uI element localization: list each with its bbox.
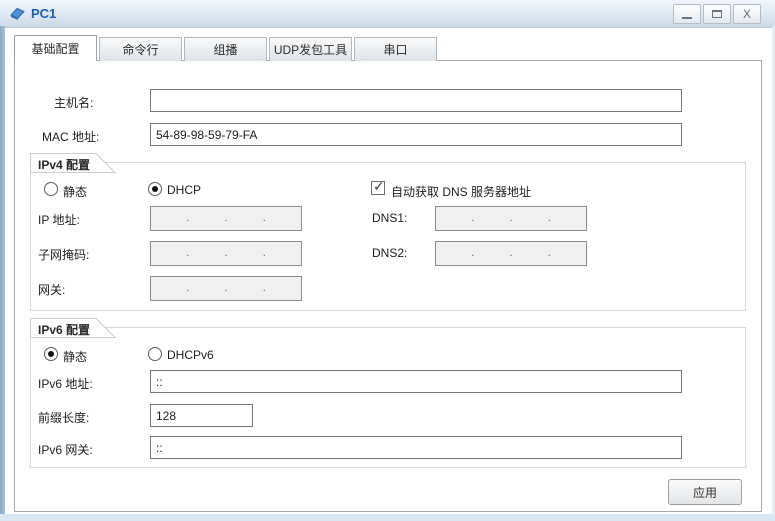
ipv6-group-label: IPv6 配置 [38, 323, 91, 337]
ipv6-gateway-label: IPv6 网关: [38, 443, 93, 457]
pc-config-window: PC1 X 基础配置 命令行 组播 UDP发包工具 串口 主机名: MAC 地址… [0, 0, 775, 521]
tab-multicast[interactable]: 组播 [184, 37, 267, 61]
prefix-length-input[interactable] [150, 404, 253, 427]
dns-auto-label: 自动获取 DNS 服务器地址 [391, 185, 532, 199]
dhcpv6-label: DHCPv6 [167, 348, 214, 362]
ip-address-label: IP 地址: [38, 213, 80, 227]
tab-command-line[interactable]: 命令行 [99, 37, 182, 61]
dns1-input[interactable]: ... [435, 206, 587, 231]
ipv4-group: IPv4 配置 静态 DHCP ✓ 自动获取 DNS 服务器地址 IP 地址: … [30, 153, 746, 311]
ipv4-dhcp-label: DHCP [167, 183, 202, 197]
dns1-label: DNS1: [372, 211, 408, 225]
ipv4-static-radio[interactable] [44, 182, 58, 196]
tab-bar: 基础配置 命令行 组播 UDP发包工具 串口 [14, 35, 439, 61]
check-icon: ✓ [373, 178, 385, 194]
maximize-button[interactable] [703, 4, 731, 24]
ipv6-address-label: IPv6 地址: [38, 377, 93, 391]
ipv4-group-label: IPv4 配置 [38, 158, 91, 172]
close-icon: X [742, 7, 751, 21]
tab-basic-config[interactable]: 基础配置 [14, 35, 97, 61]
apply-button[interactable]: 应用 [668, 479, 742, 505]
minimize-button[interactable] [673, 4, 701, 24]
dhcpv6-radio[interactable] [148, 347, 162, 361]
prefix-length-label: 前缀长度: [38, 411, 90, 425]
dns2-input[interactable]: ... [435, 241, 587, 266]
ipv6-static-radio[interactable] [44, 347, 58, 361]
ipv6-group-tab: IPv6 配置 [30, 318, 116, 338]
ipv6-static-label: 静态 [63, 350, 88, 364]
tab-udp-tool[interactable]: UDP发包工具 [269, 37, 352, 61]
basic-config-pane: 主机名: MAC 地址: IPv4 配置 静态 DHCP ✓ 自动获取 DNS … [14, 60, 762, 512]
ipv6-gateway-input[interactable] [150, 436, 682, 459]
gateway-label: 网关: [38, 283, 66, 297]
ip-address-input[interactable]: ... [150, 206, 302, 231]
window-border-bottom [0, 514, 775, 521]
window-border-left [0, 26, 5, 521]
title-bar[interactable]: PC1 X [0, 0, 775, 28]
subnet-mask-input[interactable]: ... [150, 241, 302, 266]
gateway-input[interactable]: ... [150, 276, 302, 301]
dns2-label: DNS2: [372, 246, 408, 260]
ipv4-dhcp-radio[interactable] [148, 182, 162, 196]
pc-icon [10, 7, 25, 20]
subnet-mask-label: 子网掩码: [38, 248, 90, 262]
ipv6-group: IPv6 配置 静态 DHCPv6 IPv6 地址: 前缀长度: IPv6 网关… [30, 318, 746, 468]
dns-auto-checkbox[interactable]: ✓ [371, 178, 385, 195]
minimize-icon [682, 16, 692, 19]
ipv4-static-label: 静态 [63, 185, 88, 199]
hostname-input[interactable] [150, 89, 682, 112]
ipv6-address-input[interactable] [150, 370, 682, 393]
hostname-label: 主机名: [54, 96, 94, 110]
tab-serial[interactable]: 串口 [354, 37, 437, 61]
window-title: PC1 [31, 6, 57, 21]
mac-input[interactable] [150, 123, 682, 146]
ipv4-group-tab: IPv4 配置 [30, 153, 116, 173]
close-button[interactable]: X [733, 4, 761, 24]
maximize-icon [712, 10, 722, 18]
mac-label: MAC 地址: [42, 130, 100, 144]
